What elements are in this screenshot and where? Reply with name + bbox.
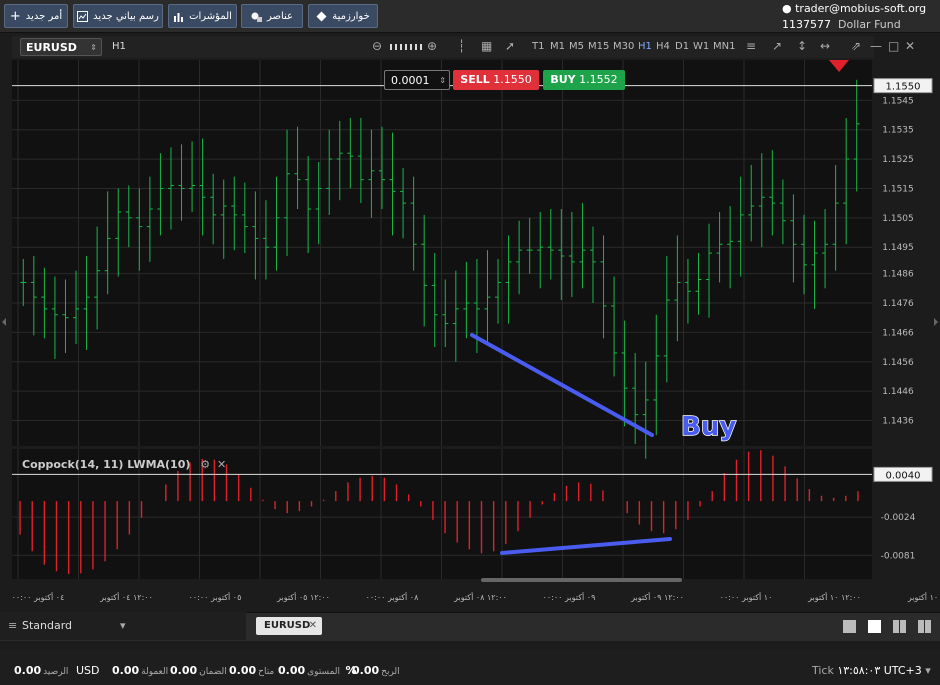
vertical-resize-icon[interactable]: ↕ — [797, 39, 807, 53]
quantity-input[interactable]: 0.0001 ⇕ — [384, 70, 450, 90]
tab-eurusd[interactable]: EURUSD ✕ — [256, 617, 322, 635]
time-axis-label: ١٠ أكتوبر — [907, 592, 938, 602]
time-axis-label: ٠٤ أكتوبر ٠٠:٠٠ — [12, 592, 65, 602]
layout-selector[interactable]: Standard ▾ ≡ — [0, 612, 246, 640]
profit-status: 0.00 الربح — [352, 664, 400, 677]
price-tick-label: 1.1456 — [882, 358, 914, 368]
time-axis-label: ١٢:٠٠ ٠٥ أكتوبر — [276, 592, 330, 602]
algorithms-button[interactable]: خوارزمية — [308, 4, 378, 28]
shapes-icon — [251, 12, 262, 22]
indicators-settings-icon[interactable]: ≡ — [746, 39, 756, 53]
chart-icon — [77, 10, 89, 22]
horizontal-scrollbar[interactable] — [481, 578, 682, 582]
timeframe-h1[interactable]: H1 — [638, 41, 652, 52]
clock-status: Tick ١٣:٥٨:٠٣ UTC+3 ▾ — [812, 664, 931, 677]
chart-area[interactable]: 1.1545 1.1535 1.1525 1.1515 1.1505 1.1495 1.14… — [0, 60, 940, 610]
price-tick-label: 1.1466 — [882, 328, 914, 338]
buy-button[interactable]: BUY 1.1552 — [543, 70, 625, 90]
timeframe-m1[interactable]: M1 — [550, 41, 565, 52]
indicator-tick-label: -0.0024 — [881, 513, 916, 523]
time-axis-label: ١٢:٠٠ ١٠ أكتوبر — [807, 592, 861, 602]
draw-line-icon[interactable]: ↗ — [772, 39, 782, 53]
stepper-icon: ⇕ — [90, 43, 97, 52]
diamond-icon — [316, 11, 327, 21]
time-axis-label: ٠٨ أكتوبر ٠٠:٠٠ — [366, 592, 420, 602]
gear-icon[interactable]: ⚙ — [200, 458, 210, 471]
zoom-in-icon[interactable]: ⊕ — [427, 39, 437, 53]
time-axis-label: ١٠ أكتوبر ٠٠:٠٠ — [720, 592, 773, 602]
chart-toolbar — [12, 36, 874, 58]
price-tick-label: 1.1486 — [882, 270, 914, 280]
balance-status: 0.00 الرصيد USD — [14, 664, 100, 677]
minimize-icon[interactable]: — — [870, 39, 882, 53]
price-tick-label: 1.1505 — [882, 214, 914, 224]
popout-icon[interactable]: ⇗ — [851, 39, 861, 53]
new-chart-button[interactable]: رسم بياني جديد — [73, 4, 163, 28]
timeframe-h4[interactable]: H4 — [656, 41, 670, 52]
current-price-label: 1.1550 — [886, 82, 921, 93]
sell-button[interactable]: SELL 1.1550 — [453, 70, 539, 90]
time-axis-label: ١٢:٠٠ ٠٩ أكتوبر — [630, 592, 684, 602]
zoom-slider[interactable] — [390, 44, 424, 50]
close-icon[interactable]: ✕ — [309, 617, 317, 635]
price-tick-label: 1.1545 — [882, 96, 914, 106]
timeframe-m30[interactable]: M30 — [613, 41, 634, 52]
stepper-icon: ⇕ — [439, 76, 446, 85]
zoom-out-icon[interactable]: ⊖ — [372, 39, 382, 53]
close-icon[interactable]: ✕ — [905, 39, 915, 53]
timeframe-t1[interactable]: T1 — [532, 41, 544, 52]
layout-columns-button[interactable] — [893, 620, 906, 633]
buy-annotation: Buy — [681, 412, 736, 442]
menu-icon: ≡ — [8, 619, 18, 632]
chart-timeframe-label: H1 — [112, 41, 126, 52]
level-status: 0.00 المستوى % — [278, 664, 357, 677]
account-id: 1137577 — [782, 18, 831, 31]
account-name: Dollar Fund — [838, 18, 901, 31]
account-email: trader@mobius-soft.org — [795, 2, 927, 15]
account-info[interactable]: ● trader@mobius-soft.org 1137577 Dollar … — [782, 2, 932, 31]
free-margin-status: 0.00 متاح — [229, 664, 275, 677]
price-tick-label: 1.1525 — [882, 155, 914, 165]
indicators-button[interactable]: المؤشرات — [168, 4, 237, 28]
chevron-down-icon: ▾ — [120, 619, 126, 632]
timeframe-m15[interactable]: M15 — [588, 41, 609, 52]
plus-icon: + — [9, 8, 21, 24]
time-axis-label: ١٢:٠٠ ٠٤ أكتوبر — [99, 592, 153, 602]
price-tick-label: 1.1495 — [882, 243, 914, 253]
candle-type-icon[interactable]: ▦ — [481, 39, 492, 53]
layout-split-button[interactable] — [918, 620, 931, 633]
layout-grid-button[interactable] — [868, 620, 881, 633]
price-tick-label: 1.1436 — [882, 417, 914, 427]
indicator-tick-label: -0.0081 — [881, 551, 916, 561]
maximize-icon[interactable]: □ — [888, 39, 899, 53]
time-axis-label: ١٢:٠٠ ٠٨ أكتوبر — [453, 592, 507, 602]
symbol-selector[interactable]: EURUSD ⇕ — [20, 38, 102, 56]
line-type-icon[interactable]: ➚ — [505, 39, 515, 53]
time-axis-label: ٠٥ أكتوبر ٠٠:٠٠ — [189, 592, 242, 602]
elements-button[interactable]: عناصر — [241, 4, 303, 28]
price-tick-label: 1.1476 — [882, 299, 914, 309]
time-axis-label: ٠٩ أكتوبر ٠٠:٠٠ — [543, 592, 596, 602]
chevron-down-icon[interactable]: ▾ — [925, 664, 931, 677]
close-icon[interactable]: ✕ — [217, 458, 226, 471]
indicator-label: Coppock(14, 11) LWMA(10) ⚙ ✕ — [22, 458, 227, 471]
timeframe-d1[interactable]: D1 — [675, 41, 689, 52]
price-tick-label: 1.1515 — [882, 184, 914, 194]
price-tick-label: 1.1535 — [882, 126, 914, 136]
new-order-button[interactable]: + أمر جديد — [4, 4, 68, 28]
timeframe-mn1[interactable]: MN1 — [713, 41, 735, 52]
layout-single-button[interactable] — [843, 620, 856, 633]
timeframe-w1[interactable]: W1 — [693, 41, 709, 52]
indicator-current-label: 0.0040 — [886, 470, 921, 481]
margin-status: 0.00 الضمان — [170, 664, 227, 677]
price-tick-label: 1.1446 — [882, 387, 914, 397]
timeframe-m5[interactable]: M5 — [569, 41, 584, 52]
user-icon: ● — [782, 2, 792, 15]
horizontal-resize-icon[interactable]: ↔ — [820, 39, 830, 53]
bar-type-icon[interactable]: ┆ — [458, 39, 465, 53]
commission-status: 0.00 العمولة — [112, 664, 169, 677]
bar-chart-icon — [174, 12, 184, 22]
